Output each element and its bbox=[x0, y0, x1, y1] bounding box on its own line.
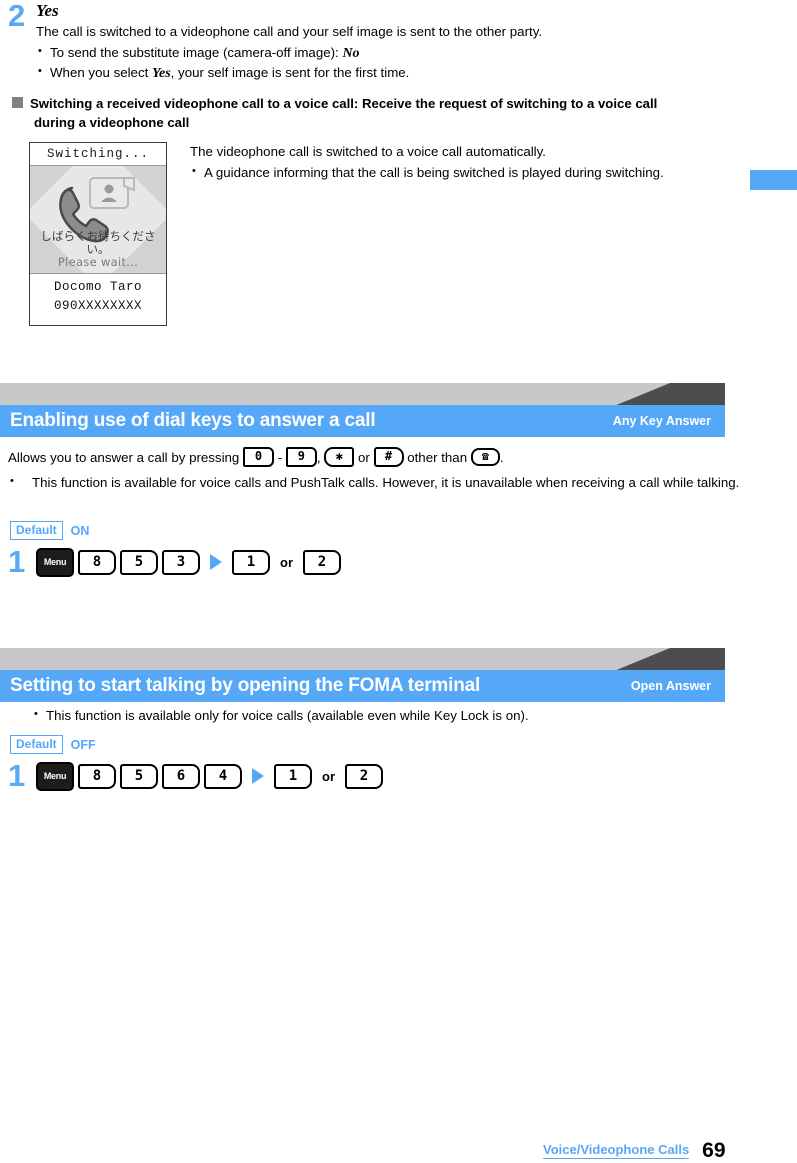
section-1-intro-line: Allows you to answer a call by pressing … bbox=[8, 447, 748, 468]
key-menu-icon: Menu bbox=[36, 762, 74, 791]
gray-square-bullet-icon bbox=[12, 97, 23, 108]
bullet-1-em: No bbox=[342, 46, 360, 61]
section-2-step-1: 1 Menu 8 5 6 4 1 or 2 bbox=[8, 758, 383, 793]
step-2-title: Yes bbox=[36, 1, 59, 20]
key-2-icon: 2 bbox=[303, 550, 341, 575]
section-2-bullet: This function is available only for voic… bbox=[32, 705, 746, 725]
figure-wait-jp: しばらくお待ちください。 bbox=[40, 229, 156, 256]
section-1-intro-dash: - bbox=[277, 450, 283, 465]
figure-note-lead: The videophone call is switched to a voi… bbox=[190, 144, 546, 159]
section-1-step-1: 1 Menu 8 5 3 1 or 2 bbox=[8, 544, 341, 579]
section-1-top-band-light bbox=[0, 383, 670, 405]
section-2-key-sequence: Menu 8 5 6 4 1 or 2 bbox=[36, 762, 383, 791]
page-footer: Voice/Videophone Calls 69 bbox=[543, 1136, 726, 1162]
section-1-default-label: Default bbox=[10, 521, 63, 540]
phone-screen-figure: Switching... しばらくお待ちください。 Please wait... bbox=[29, 142, 167, 326]
section-1-intro-p2: other than bbox=[407, 450, 468, 465]
subheading-line-2: during a videophone call bbox=[34, 115, 190, 130]
subheading-line-1: Switching a received videophone call to … bbox=[30, 96, 658, 111]
step-2-block: 2 Yes The call is switched to a videopho… bbox=[8, 0, 768, 83]
step-2-bullets: To send the substitute image (camera-off… bbox=[36, 42, 768, 83]
section-1-intro-or: or bbox=[357, 450, 370, 465]
figure-status-title: Switching... bbox=[30, 143, 166, 166]
section-2-header: Setting to start talking by opening the … bbox=[0, 648, 725, 702]
section-2-tag: Open Answer bbox=[630, 679, 711, 693]
section-1-or-label: or bbox=[280, 555, 293, 570]
footer-page-number: 69 bbox=[702, 1139, 726, 1162]
key-4-icon: 4 bbox=[204, 764, 242, 789]
figure-caller-name: Docomo Taro bbox=[53, 280, 142, 294]
section-2-top-band bbox=[0, 648, 725, 670]
step-2-bullet-1: To send the substitute image (camera-off… bbox=[36, 42, 768, 63]
section-1-key-sequence: Menu 8 5 3 1 or 2 bbox=[36, 548, 341, 577]
bullet-2-em: Yes bbox=[152, 66, 171, 81]
key-8-icon: 8 bbox=[78, 764, 116, 789]
section-1-title: Enabling use of dial keys to answer a ca… bbox=[10, 410, 376, 431]
figure-caller-number: 090XXXXXXXX bbox=[53, 299, 142, 313]
arrow-right-icon bbox=[252, 767, 264, 784]
step-2-description: The call is switched to a videophone cal… bbox=[36, 24, 543, 39]
arrow-right-icon bbox=[210, 553, 222, 570]
footer-chapter-label: Voice/Videophone Calls bbox=[543, 1142, 690, 1159]
key-hash-icon: # bbox=[373, 447, 404, 468]
key-5-icon: 5 bbox=[120, 550, 158, 575]
figure-wait-en: Please wait... bbox=[57, 255, 139, 269]
bullet-2-pre: When you select bbox=[50, 65, 152, 80]
step-2-number: 2 bbox=[8, 0, 25, 33]
manual-page: 2 Yes The call is switched to a videopho… bbox=[0, 0, 797, 1162]
key-3-icon: 3 bbox=[162, 550, 200, 575]
section-1-intro-comma: , bbox=[316, 450, 321, 465]
section-2-default-label: Default bbox=[10, 735, 63, 754]
figure-notes: The videophone call is switched to a voi… bbox=[190, 142, 750, 182]
section-2-step-number: 1 bbox=[8, 758, 25, 793]
section-2-title: Setting to start talking by opening the … bbox=[10, 675, 481, 696]
figure-wait-message: しばらくお待ちください。 Please wait... bbox=[30, 230, 166, 269]
key-star-icon: ✱ bbox=[324, 447, 355, 468]
section-2-default-value: OFF bbox=[70, 737, 96, 752]
key-menu-icon: Menu bbox=[36, 548, 74, 577]
section-1-default-row: Default ON bbox=[10, 521, 89, 540]
section-1-tag: Any Key Answer bbox=[612, 414, 711, 428]
section-1-body: Allows you to answer a call by pressing … bbox=[8, 447, 748, 492]
key-1-icon: 1 bbox=[274, 764, 312, 789]
section-2-top-band-light bbox=[0, 648, 670, 670]
key-5-icon: 5 bbox=[120, 764, 158, 789]
figure-image-area: しばらくお待ちください。 Please wait... bbox=[30, 166, 166, 273]
key-6-icon: 6 bbox=[162, 764, 200, 789]
key-call-end-icon: ☎ bbox=[470, 448, 500, 467]
step-2-bullet-2: When you select Yes, your self image is … bbox=[36, 62, 768, 83]
section-2-or-label: or bbox=[322, 769, 335, 784]
key-8-icon: 8 bbox=[78, 550, 116, 575]
section-1-intro-period: . bbox=[499, 450, 504, 465]
key-1-icon: 1 bbox=[232, 550, 270, 575]
section-2-default-row: Default OFF bbox=[10, 735, 96, 754]
subheading-switching: Switching a received videophone call to … bbox=[12, 94, 790, 132]
figure-caller-info: Docomo Taro 090XXXXXXXX bbox=[30, 273, 166, 317]
section-1-top-band bbox=[0, 383, 725, 405]
bullet-1-pre: To send the substitute image (camera-off… bbox=[50, 45, 343, 60]
section-1-default-value: ON bbox=[70, 523, 90, 538]
section-1-title-bar: Enabling use of dial keys to answer a ca… bbox=[0, 405, 725, 437]
section-1-header: Enabling use of dial keys to answer a ca… bbox=[0, 383, 725, 437]
edge-index-tab bbox=[750, 170, 797, 190]
figure-note-bullet: A guidance informing that the call is be… bbox=[190, 162, 750, 182]
section-2-title-bar: Setting to start talking by opening the … bbox=[0, 670, 725, 702]
section-1-bullet: This function is available for voice cal… bbox=[8, 472, 747, 492]
key-2-icon: 2 bbox=[345, 764, 383, 789]
key-0-icon: 0 bbox=[243, 447, 275, 468]
key-9-icon: 9 bbox=[285, 447, 317, 468]
section-1-step-number: 1 bbox=[8, 544, 25, 579]
section-1-intro-p1: Allows you to answer a call by pressing bbox=[8, 450, 240, 465]
bullet-2-post: , your self image is sent for the first … bbox=[170, 65, 410, 80]
